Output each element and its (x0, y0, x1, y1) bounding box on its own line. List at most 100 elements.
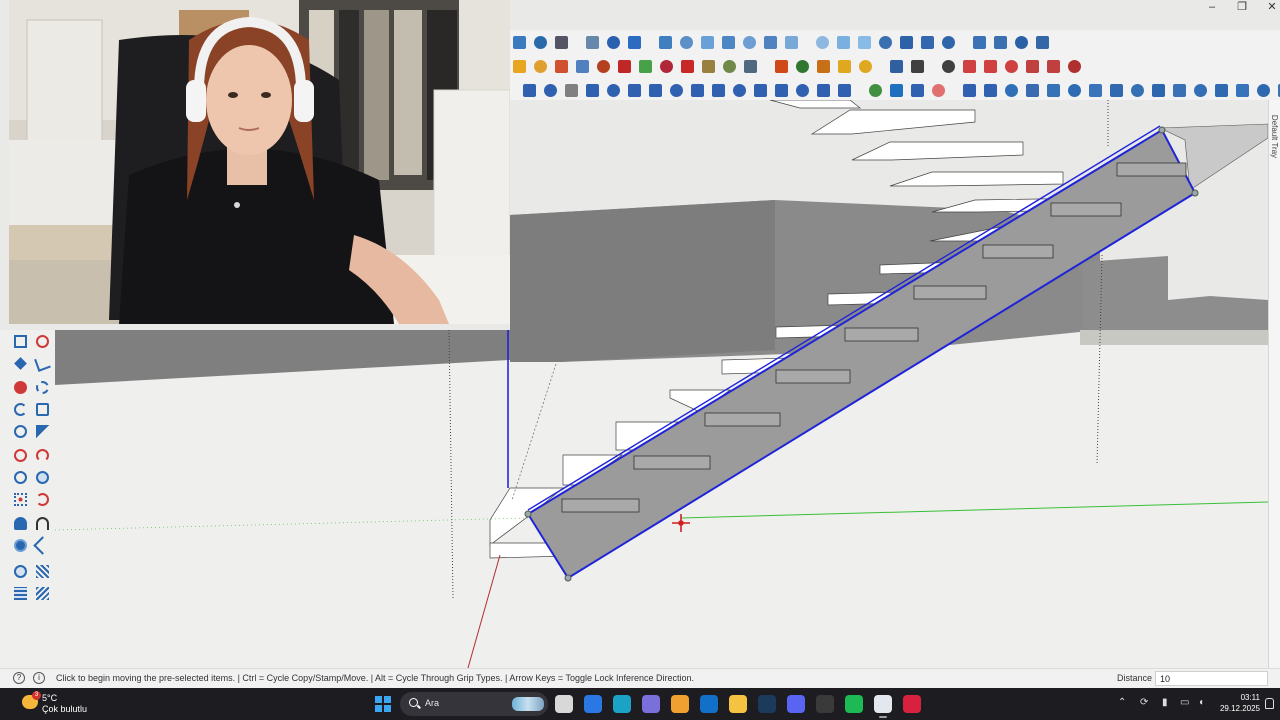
sync-icon[interactable]: ⟳ (1140, 697, 1148, 708)
3d-text-icon[interactable] (33, 422, 51, 440)
toolbar-tool-icon[interactable] (552, 57, 571, 76)
axes-tool-icon[interactable] (11, 422, 29, 440)
toolbar-tool-icon[interactable] (678, 57, 697, 76)
toolbar-tool-icon[interactable] (835, 81, 854, 100)
obs-icon[interactable] (816, 695, 834, 713)
extension-warehouse-icon[interactable] (33, 562, 51, 580)
measurements-input[interactable] (1155, 671, 1268, 686)
grip-point[interactable] (564, 574, 572, 582)
toolbar-tool-icon[interactable] (939, 57, 958, 76)
show-hidden-icon[interactable]: ⌃ (1118, 697, 1126, 708)
warehouse-icon[interactable] (11, 562, 29, 580)
toolbar-tool-icon[interactable] (667, 81, 686, 100)
toolbar-tool-icon[interactable] (541, 81, 560, 100)
eraser-tool-icon[interactable] (11, 354, 29, 372)
layers-icon[interactable] (11, 584, 29, 602)
sketchup-icon[interactable] (874, 695, 892, 718)
orbit-icon[interactable] (11, 446, 29, 464)
toolbar-tool-icon[interactable] (981, 57, 1000, 76)
toolbar-tool-icon[interactable] (761, 33, 780, 52)
file-explorer-icon[interactable] (555, 695, 573, 713)
toolbar-tool-icon[interactable] (583, 33, 602, 52)
toolbar-tool-icon[interactable] (1033, 33, 1052, 52)
toolbar-tool-icon[interactable] (908, 57, 927, 76)
toolbar-tool-icon[interactable] (960, 81, 979, 100)
edge-icon[interactable] (613, 695, 631, 713)
start-button[interactable] (375, 696, 391, 712)
toolbar-tool-icon[interactable] (813, 33, 832, 52)
toolbar-tool-icon[interactable] (1212, 81, 1231, 100)
toolbar-tool-icon[interactable] (520, 81, 539, 100)
toolbar-tool-icon[interactable] (709, 81, 728, 100)
walk-icon[interactable] (33, 514, 51, 532)
toolbar-tool-icon[interactable] (699, 57, 718, 76)
taskbar-search[interactable]: Ara (400, 692, 548, 716)
toolbar-tool-icon[interactable] (939, 33, 958, 52)
toolbar-tool-icon[interactable] (720, 57, 739, 76)
store-icon[interactable] (584, 695, 602, 713)
network-icon[interactable]: ▭ (1180, 697, 1189, 708)
clock[interactable]: 03:11 29.12.2025 (1218, 692, 1260, 714)
paint-tool-icon[interactable] (33, 332, 51, 350)
acrobat-icon[interactable] (903, 695, 921, 713)
toolbar-tool-icon[interactable] (814, 57, 833, 76)
notification-bell-icon[interactable] (1265, 698, 1274, 709)
toolbar-tool-icon[interactable] (730, 81, 749, 100)
toolbar-tool-icon[interactable] (562, 81, 581, 100)
volume-icon[interactable]: ◖ (1198, 697, 1204, 708)
toolbar-tool-icon[interactable] (698, 33, 717, 52)
text-tool-icon[interactable] (33, 400, 51, 418)
toolbar-tool-icon[interactable] (625, 33, 644, 52)
toolbar-tool-icon[interactable] (1012, 33, 1031, 52)
toolbar-tool-icon[interactable] (1044, 57, 1063, 76)
pan-icon[interactable] (33, 446, 51, 464)
toolbar-tool-icon[interactable] (793, 57, 812, 76)
toolbar-tool-icon[interactable] (991, 33, 1010, 52)
toolbar-tool-icon[interactable] (970, 33, 989, 52)
toolbar-tool-icon[interactable] (876, 33, 895, 52)
toolbar-tool-icon[interactable] (1002, 81, 1021, 100)
previous-view-icon[interactable] (33, 490, 51, 508)
toolbar-tool-icon[interactable] (510, 57, 529, 76)
toolbar-tool-icon[interactable] (583, 81, 602, 100)
toolbar-tool-icon[interactable] (719, 33, 738, 52)
toolbar-tool-icon[interactable] (918, 33, 937, 52)
toolbar-tool-icon[interactable] (981, 81, 1000, 100)
toolbar-tool-icon[interactable] (636, 57, 655, 76)
toolbar-tool-icon[interactable] (960, 57, 979, 76)
toolbar-tool-icon[interactable] (1128, 81, 1147, 100)
toolbar-tool-icon[interactable] (1149, 81, 1168, 100)
toolbar-tool-icon[interactable] (855, 33, 874, 52)
toolbar-tool-icon[interactable] (782, 33, 801, 52)
toolbar-tool-icon[interactable] (856, 57, 875, 76)
minimize-button[interactable]: – (1197, 0, 1227, 14)
folder-icon[interactable] (729, 695, 747, 713)
toolbar-tool-icon[interactable] (615, 57, 634, 76)
toolbar-tool-icon[interactable] (604, 81, 623, 100)
toolbar-tool-icon[interactable] (887, 81, 906, 100)
toolbar-tool-icon[interactable] (1254, 81, 1273, 100)
toolbar-tool-icon[interactable] (866, 81, 885, 100)
grip-point[interactable] (1191, 189, 1199, 197)
toolbar-tool-icon[interactable] (834, 33, 853, 52)
toolbar-tool-icon[interactable] (740, 33, 759, 52)
select-tool-icon[interactable] (11, 332, 29, 350)
toolbar-tool-icon[interactable] (688, 81, 707, 100)
toolbar-tool-icon[interactable] (677, 33, 696, 52)
zoom-window-icon[interactable] (33, 468, 51, 486)
toolbar-tool-icon[interactable] (594, 57, 613, 76)
tape-measure-icon[interactable] (11, 400, 29, 418)
look-around-icon[interactable] (11, 536, 29, 554)
toolbar-tool-icon[interactable] (1065, 57, 1084, 76)
position-camera-icon[interactable] (11, 514, 29, 532)
spotify-icon[interactable] (845, 695, 863, 713)
rotate-tool-icon[interactable] (33, 378, 51, 396)
move-tool-icon[interactable] (11, 378, 29, 396)
toolbar-tool-icon[interactable] (552, 33, 571, 52)
toolbar-tool-icon[interactable] (1044, 81, 1063, 100)
toolbar-tool-icon[interactable] (1023, 57, 1042, 76)
toolbar-tool-icon[interactable] (573, 57, 592, 76)
toolbar-tool-icon[interactable] (604, 33, 623, 52)
toolbar-tool-icon[interactable] (887, 57, 906, 76)
toolbar-tool-icon[interactable] (908, 81, 927, 100)
